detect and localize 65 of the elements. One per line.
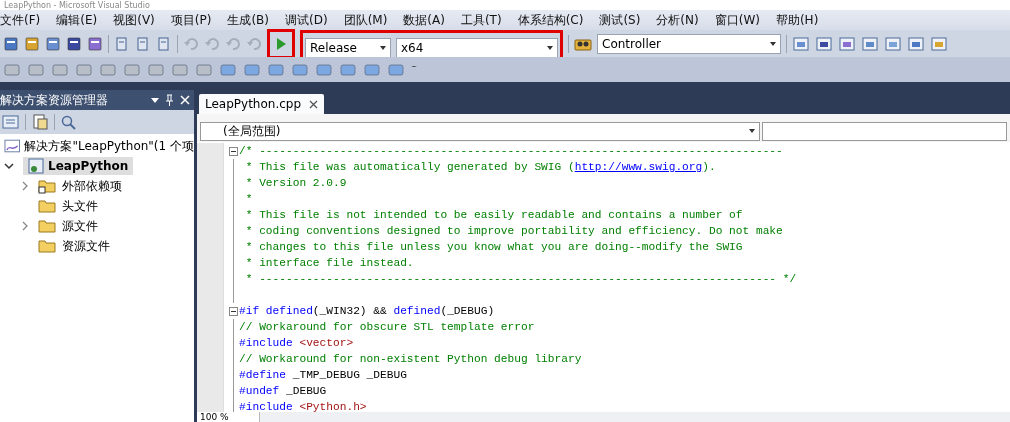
code-line: * This file was automatically generated by SWIG (http://www.swig.org). [244, 161, 716, 173]
menu-item[interactable]: 调试(D) [281, 11, 335, 29]
folder-icon [38, 198, 56, 214]
menu-item[interactable]: 工具(T) [456, 11, 509, 29]
code-line: * interface file instead. [244, 257, 414, 269]
menu-item[interactable]: 文件(F) [0, 11, 48, 29]
code-line: #if defined(_WIN32) && defined(_DEBUG) [239, 305, 495, 317]
code-line: * Version 2.0.9 [244, 177, 347, 189]
dropdown-arrow-icon [547, 45, 553, 50]
pin-icon[interactable] [165, 94, 174, 106]
code-line: * coding conventions designed to improve portability and efficiency. Do not make [244, 225, 783, 237]
dropdown-arrow-icon [380, 45, 386, 50]
tree-item[interactable]: 解决方案"LeapPython"(1 个项 [24, 137, 194, 155]
menu-item[interactable]: 测试(S) [595, 11, 648, 29]
tree-item[interactable]: 资源文件 [62, 237, 110, 255]
code-line: * [244, 193, 253, 205]
code-line: * ----------------------------------------------------------------------------- */ [244, 273, 797, 285]
menu-item[interactable]: 帮助(H) [771, 11, 826, 29]
folder-icon [38, 238, 56, 254]
menu-item[interactable]: 团队(M) [339, 11, 395, 29]
project-item[interactable]: LeapPython [23, 157, 134, 175]
code-line: // Workaround for non-existent Python debug library [239, 353, 582, 365]
code-line: * changes to this file unless you know what you are doing--modify the SWIG [244, 241, 743, 253]
folder-icon [38, 218, 56, 234]
start-debugging-icon[interactable] [275, 36, 287, 51]
menu-item[interactable]: 生成(B) [223, 11, 276, 29]
code-line: // Workaround for obscure STL template error [239, 321, 535, 333]
project-icon [28, 158, 44, 174]
member-dropdown[interactable] [762, 121, 1007, 141]
configuration-dropdown[interactable]: Release [305, 37, 391, 58]
undo-icon[interactable] [183, 35, 199, 52]
dropdown-icon[interactable] [151, 97, 159, 103]
collapse-icon[interactable] [229, 306, 238, 316]
menu-item[interactable]: 视图(V) [109, 11, 162, 29]
menu-item[interactable]: 数据(A) [399, 11, 452, 29]
code-line: #undef _DEBUG [239, 385, 327, 397]
menu-item[interactable]: 窗口(W) [710, 11, 767, 29]
solution-icon [4, 138, 22, 154]
platform-dropdown[interactable]: x64 [396, 37, 558, 58]
shortcut-folder-icon [38, 178, 56, 194]
panel-title: 解决方案资源管理器 [0, 91, 108, 109]
menu-item[interactable]: 项目(P) [166, 11, 219, 29]
code-line: #include <vector> [239, 337, 354, 349]
document-tab[interactable]: LeapPython.cpp [199, 94, 325, 114]
window-title: LeapPython - Microsoft Visual Studio [3, 1, 150, 10]
menu-item[interactable]: 体系结构(C) [513, 11, 591, 29]
code-line: #include <Python.h> [239, 401, 367, 412]
tree-item[interactable]: 头文件 [62, 197, 98, 215]
dropdown-arrow-icon [770, 41, 776, 46]
find-dropdown[interactable]: Controller [597, 33, 781, 54]
dropdown-arrow-icon [749, 129, 755, 133]
close-icon[interactable] [309, 99, 319, 109]
code-line: /* ------------------------------------------------------------------------------ [239, 145, 783, 157]
tree-item[interactable]: 外部依赖项 [62, 177, 122, 195]
code-line: * This file is not intended to be easily readable and contains a number of [244, 209, 743, 221]
zoom-dropdown[interactable]: 100 % [197, 412, 260, 422]
show-all-files-icon[interactable] [31, 114, 49, 130]
code-line: #define _TMP_DEBUG _DEBUG [239, 369, 407, 381]
chevron-icon[interactable] [4, 161, 16, 171]
menu-item[interactable]: 编辑(E) [52, 11, 105, 29]
scope-dropdown[interactable]: (全局范围) [200, 121, 760, 141]
tree-item[interactable]: 源文件 [62, 217, 98, 235]
collapse-icon[interactable] [229, 146, 238, 156]
menu-item[interactable]: 分析(N) [652, 11, 706, 29]
redo-icon[interactable] [204, 35, 220, 52]
